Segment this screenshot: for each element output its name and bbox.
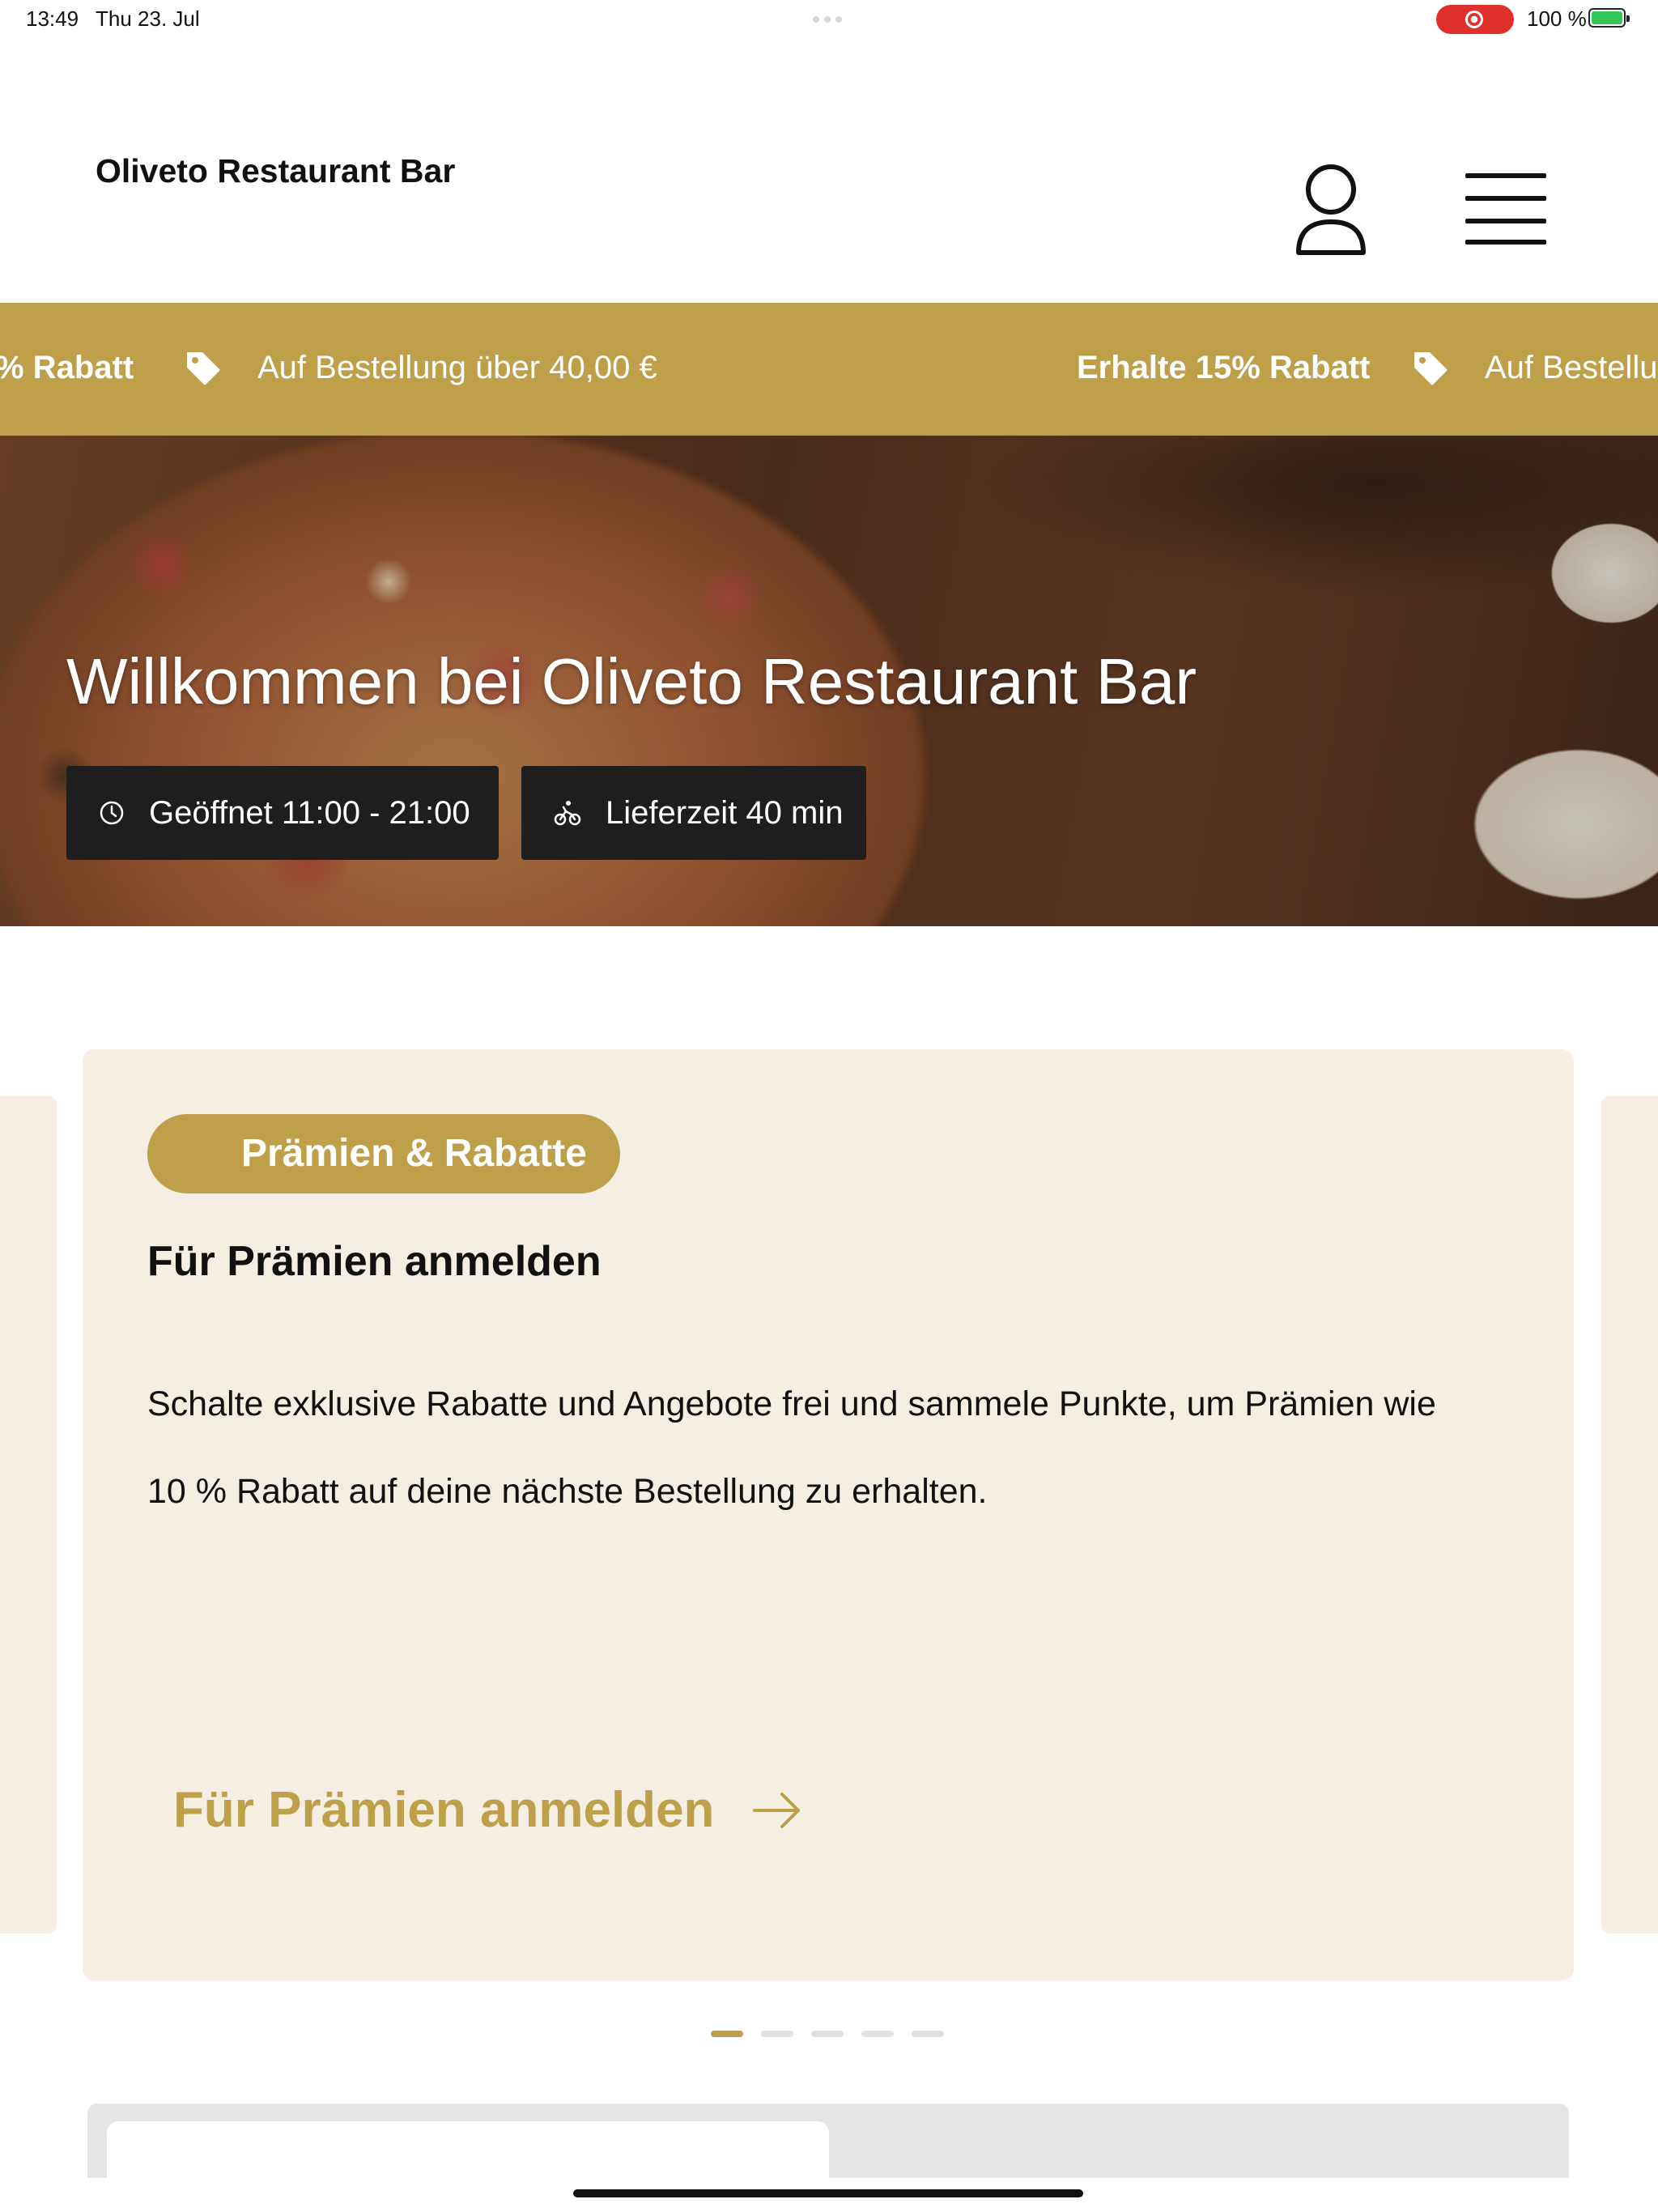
rewards-signup-link[interactable]: Für Prämien anmelden bbox=[173, 1781, 801, 1839]
opening-hours-text: Geöffnet 11:00 - 21:00 bbox=[149, 794, 470, 831]
carousel-dot[interactable] bbox=[861, 2031, 894, 2037]
status-date: Thu 23. Jul bbox=[96, 6, 200, 31]
arrow-right-icon[interactable] bbox=[753, 1792, 801, 1829]
tag-icon bbox=[187, 352, 220, 385]
ticker-item-text: Auf Bestellu bbox=[1485, 350, 1658, 385]
description-line: Schalte exklusive Rabatte und Angebote f… bbox=[147, 1385, 1436, 1423]
status-time: 13:49 bbox=[26, 6, 79, 31]
ticker-item-bold: Erhalte 15% Rabatt bbox=[1077, 350, 1371, 385]
description-line: 10 % Rabatt auf deine nächste Bestellung… bbox=[147, 1472, 988, 1511]
tag-icon bbox=[1414, 352, 1448, 385]
screen-recording-icon bbox=[1436, 5, 1514, 34]
rewards-signup-label[interactable]: Für Prämien anmelden bbox=[173, 1781, 714, 1839]
ticker-item-text: Auf Bestellung über 40,00 € bbox=[257, 350, 657, 385]
carousel-dot[interactable] bbox=[761, 2031, 793, 2037]
rewards-card-description: Schalte exklusive Rabatte und Angebote f… bbox=[147, 1360, 1524, 1535]
user-icon[interactable] bbox=[1292, 162, 1370, 259]
carousel-pagination bbox=[711, 2031, 944, 2037]
restaurant-name[interactable]: Oliveto Restaurant Bar bbox=[96, 152, 455, 190]
rewards-card: Prämien & Rabatte Für Prämien anmelden S… bbox=[83, 1049, 1574, 1980]
promo-ticker: % Rabatt Auf Bestellung über 40,00 € Erh… bbox=[0, 303, 1658, 436]
app-header: Oliveto Restaurant Bar bbox=[0, 39, 1658, 303]
rewards-card-title: Für Prämien anmelden bbox=[147, 1238, 602, 1285]
rewards-badge: Prämien & Rabatte bbox=[147, 1114, 620, 1193]
hamburger-menu-icon[interactable] bbox=[1465, 173, 1546, 246]
delivery-time-text: Lieferzeit 40 min bbox=[606, 794, 844, 831]
delivery-time-badge: Lieferzeit 40 min bbox=[521, 766, 866, 860]
carousel-dot-active[interactable] bbox=[711, 2031, 743, 2037]
opening-hours-badge: Geöffnet 11:00 - 21:00 bbox=[66, 766, 499, 860]
delivery-bike-icon bbox=[554, 801, 581, 826]
clock-icon bbox=[100, 801, 124, 825]
multitasking-dots-icon[interactable] bbox=[813, 16, 845, 23]
carousel-prev-card[interactable] bbox=[0, 1096, 57, 1933]
status-bar: 13:49 Thu 23. Jul 100 % bbox=[0, 0, 1658, 39]
battery-percentage: 100 % bbox=[1527, 6, 1587, 31]
carousel-next-card[interactable] bbox=[1601, 1096, 1658, 1933]
home-indicator[interactable] bbox=[573, 2189, 1083, 2197]
carousel-dot[interactable] bbox=[912, 2031, 944, 2037]
hero-title: Willkommen bei Oliveto Restaurant Bar bbox=[66, 645, 1197, 717]
carousel-dot[interactable] bbox=[811, 2031, 844, 2037]
battery-icon bbox=[1588, 8, 1630, 28]
hero-banner: Willkommen bei Oliveto Restaurant Bar Ge… bbox=[0, 436, 1658, 926]
ticker-item-bold: % Rabatt bbox=[0, 350, 134, 385]
